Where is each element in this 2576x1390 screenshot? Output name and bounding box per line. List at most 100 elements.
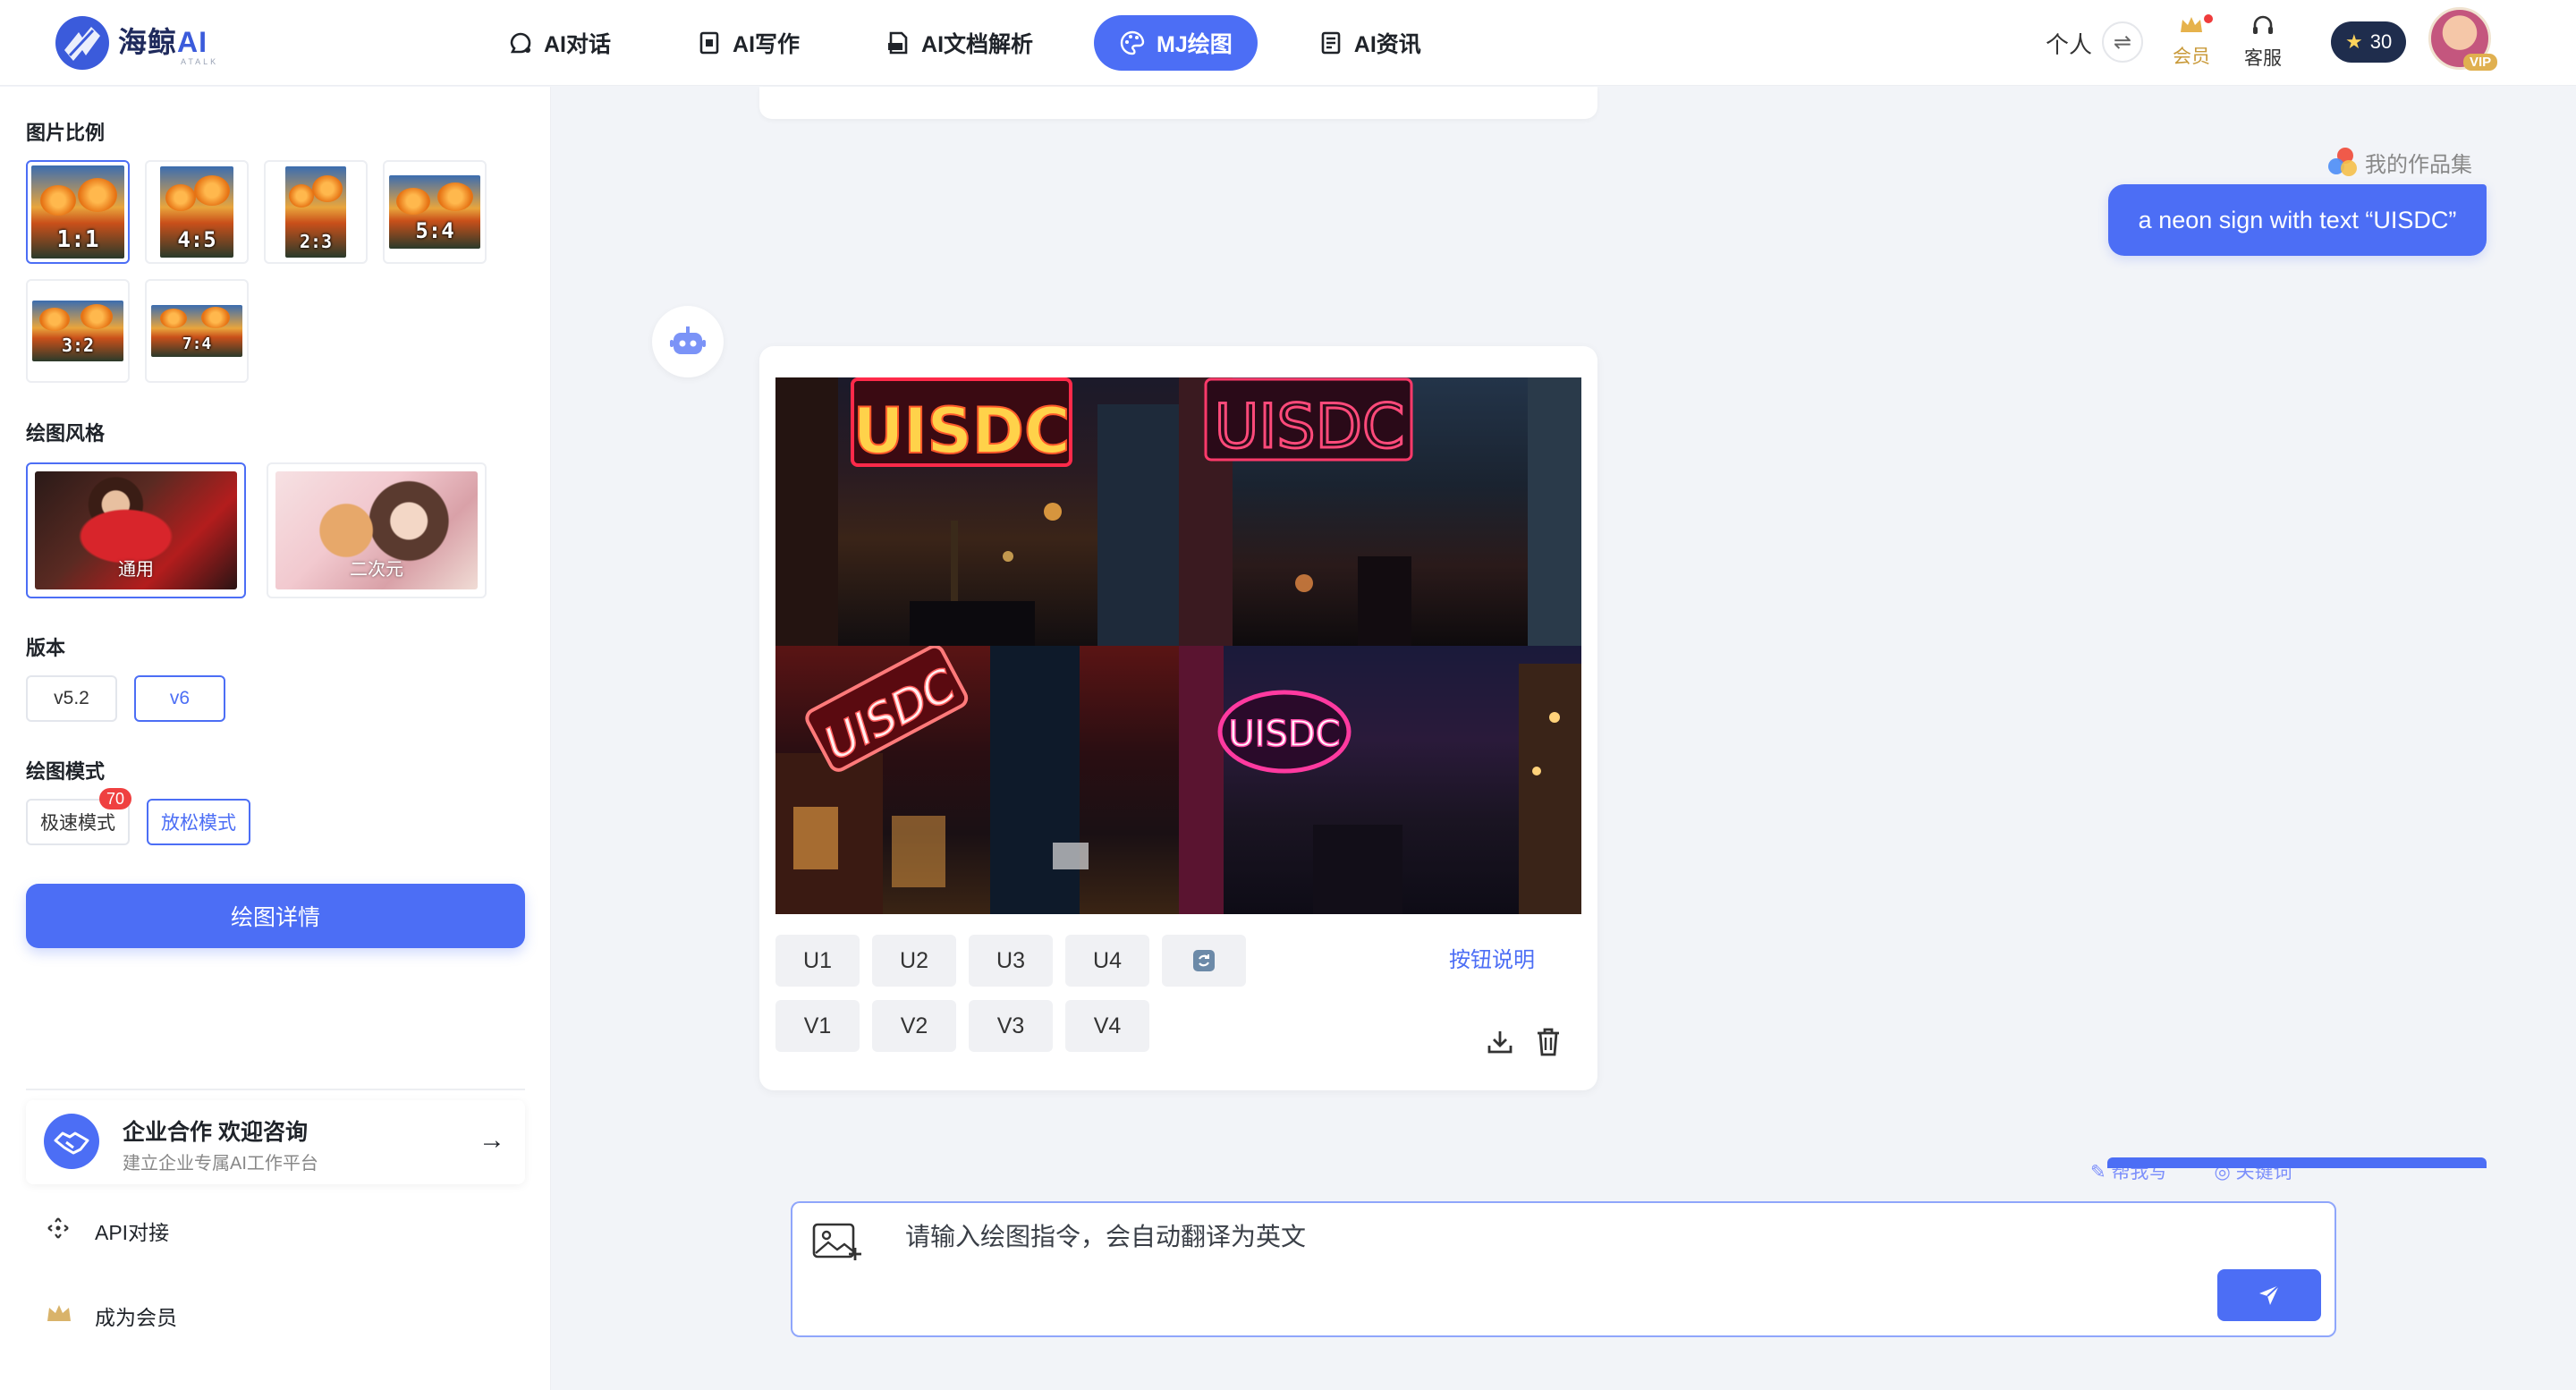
notification-dot: [2204, 14, 2213, 23]
nav-ai-doc[interactable]: AI文档解析: [860, 15, 1058, 71]
regenerate-button[interactable]: [1162, 935, 1246, 987]
refresh-icon: [1193, 950, 1215, 971]
pdf-icon: [888, 31, 908, 55]
user-message: a neon sign with text “UISDC”: [2108, 184, 2487, 256]
enterprise-subtitle: 建立企业专属AI工作平台: [123, 1154, 318, 1174]
top-bar: 海鲸AI ATALK AI对话 AI写作 AI文档解析 MJ绘图 AI资讯 个人…: [0, 0, 2576, 86]
variation-button-v4[interactable]: V4: [1065, 1000, 1149, 1052]
send-button[interactable]: [2217, 1269, 2321, 1321]
delete-icon[interactable]: [1530, 1024, 1566, 1060]
robot-icon: [670, 326, 706, 354]
nav-ai-writing-label: AI写作: [733, 32, 801, 57]
palette-icon: [1120, 30, 1145, 55]
ratio-label: 3:2: [61, 335, 95, 356]
logo[interactable]: 海鲸AI ATALK: [55, 16, 218, 70]
style-option-general[interactable]: 通用: [26, 462, 246, 598]
mode-section-title: 绘图模式: [26, 760, 106, 783]
prompt-input[interactable]: [905, 1219, 2068, 1255]
points-badge[interactable]: ★ 30: [2331, 21, 2407, 63]
ratio-thumbnail: 2:3: [285, 166, 346, 258]
image-tile-2[interactable]: UISDC: [1178, 377, 1581, 646]
portfolio-link[interactable]: 我的作品集: [2326, 145, 2472, 179]
news-icon: [1321, 31, 1341, 55]
neon-sign-text-1: UISDC: [853, 394, 1071, 468]
upscale-button-u1[interactable]: U1: [775, 935, 860, 987]
download-icon[interactable]: [1482, 1024, 1518, 1060]
portfolio-icon: [2326, 145, 2360, 179]
image-tile-3[interactable]: UISDC: [775, 646, 1179, 914]
variation-button-v3[interactable]: V3: [969, 1000, 1053, 1052]
vip-badge: VIP: [2463, 54, 2498, 71]
nav-mj-draw[interactable]: MJ绘图: [1094, 15, 1258, 71]
nav-ai-doc-label: AI文档解析: [921, 32, 1034, 57]
generated-image-grid[interactable]: UISDC UISDC UISDC UISDC: [775, 377, 1581, 914]
result-card: UISDC UISDC UISDC UISDC U1 U2 U3 U4 按钮说明…: [759, 346, 1597, 1090]
swap-icon[interactable]: ⇌: [2102, 21, 2143, 63]
nav-ai-news[interactable]: AI资讯: [1293, 15, 1446, 71]
chat-icon: [510, 32, 531, 54]
member-label: 会员: [2173, 47, 2210, 67]
nav-ai-chat-label: AI对话: [544, 32, 612, 57]
mode-count-badge: 70: [98, 788, 131, 809]
nav-ai-chat[interactable]: AI对话: [483, 15, 636, 71]
member-button[interactable]: 会员: [2165, 14, 2218, 69]
version-option-v6[interactable]: v6: [134, 675, 225, 722]
ratio-option-1-1[interactable]: 1:1: [26, 160, 130, 264]
logo-subtitle: ATALK: [181, 57, 219, 66]
upscale-button-u2[interactable]: U2: [872, 935, 956, 987]
send-icon: [2259, 1284, 2280, 1305]
nav-mj-draw-label: MJ绘图: [1157, 32, 1233, 57]
ratio-label: 5:4: [415, 218, 454, 243]
nav-ai-news-label: AI资讯: [1353, 32, 1421, 57]
api-link[interactable]: API对接: [45, 1216, 169, 1246]
sidebar-divider: [26, 1089, 525, 1090]
variation-button-v1[interactable]: V1: [775, 1000, 860, 1052]
ratio-label: 2:3: [299, 231, 333, 252]
ratio-thumbnail: 3:2: [32, 301, 123, 361]
style-option-anime[interactable]: 二次元: [267, 462, 487, 598]
headset-icon: [2253, 15, 2273, 34]
mode-option-relax[interactable]: 放松模式: [147, 799, 250, 845]
drawing-details-button[interactable]: 绘图详情: [26, 884, 525, 948]
enterprise-card[interactable]: 企业合作 欢迎咨询 建立企业专属AI工作平台 →: [26, 1100, 525, 1184]
ratio-label: 7:4: [182, 335, 212, 353]
portfolio-label: 我的作品集: [2365, 152, 2472, 177]
become-member-link[interactable]: 成为会员: [45, 1301, 177, 1331]
mode-fast-label: 极速模式: [40, 813, 115, 834]
nav-ai-writing[interactable]: AI写作: [672, 15, 825, 71]
ratio-option-2-3[interactable]: 2:3: [264, 160, 368, 264]
personal-switch[interactable]: 个人: [2046, 27, 2092, 60]
api-icon: [45, 1216, 72, 1245]
upscale-button-u3[interactable]: U3: [969, 935, 1053, 987]
star-icon: ★: [2345, 30, 2363, 53]
api-link-label: API对接: [95, 1221, 170, 1244]
become-member-label: 成为会员: [95, 1306, 177, 1329]
version-option-v5-2[interactable]: v5.2: [26, 675, 117, 722]
style-thumbnail: 二次元: [275, 471, 478, 589]
enterprise-title: 企业合作 欢迎咨询: [123, 1120, 308, 1145]
image-upload-icon[interactable]: [812, 1221, 864, 1262]
ratio-thumbnail: 7:4: [151, 305, 242, 357]
customer-service-button[interactable]: 客服: [2236, 14, 2290, 71]
logo-title-suffix: AI: [177, 26, 208, 58]
ratio-thumbnail: 5:4: [389, 175, 480, 249]
image-tile-4[interactable]: UISDC: [1178, 646, 1581, 914]
bot-avatar: [652, 306, 724, 377]
style-thumbnail: 通用: [35, 471, 237, 589]
mode-option-fast[interactable]: 极速模式 70: [26, 788, 131, 845]
style-section-title: 绘图风格: [26, 422, 106, 445]
ratio-option-5-4[interactable]: 5:4: [383, 160, 487, 264]
arrow-right-icon: →: [479, 1125, 505, 1155]
image-tile-1[interactable]: UISDC: [775, 377, 1179, 646]
prompt-input-box: [791, 1201, 2336, 1337]
button-help-link[interactable]: 按钮说明: [1449, 942, 1535, 973]
logo-icon: [55, 16, 109, 70]
upscale-button-u4[interactable]: U4: [1065, 935, 1149, 987]
version-section-title: 版本: [26, 637, 66, 659]
style-label: 二次元: [350, 560, 403, 580]
ratio-option-7-4[interactable]: 7:4: [145, 279, 249, 383]
variation-button-v2[interactable]: V2: [872, 1000, 956, 1052]
logo-title: 海鲸: [118, 26, 178, 58]
ratio-option-4-5[interactable]: 4:5: [145, 160, 249, 264]
ratio-option-3-2[interactable]: 3:2: [26, 279, 130, 383]
